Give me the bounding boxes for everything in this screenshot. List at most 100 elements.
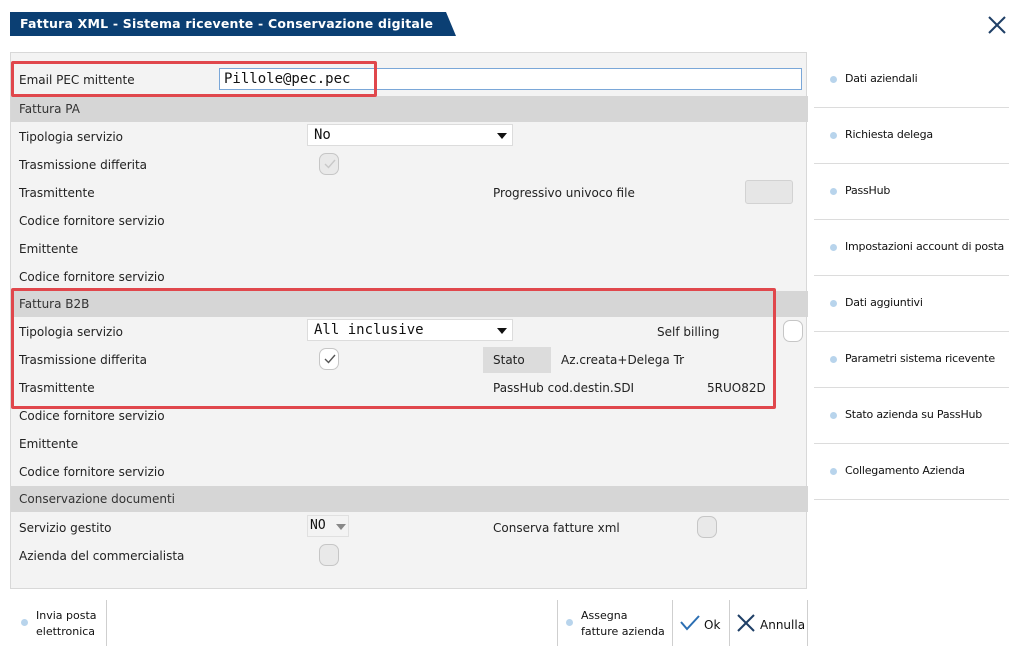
assegna-label-2: fatture azienda bbox=[581, 625, 665, 638]
menu-item-label: Richiesta delega bbox=[845, 128, 933, 141]
menu-item-label: PassHub bbox=[845, 184, 891, 197]
cons-servizio-value: NO bbox=[310, 518, 326, 533]
pa-codice-fornitore-label-2: Codice fornitore servizio bbox=[19, 270, 165, 284]
menu-item-label: Dati aggiuntivi bbox=[845, 296, 923, 309]
pa-progressivo-label: Progressivo univoco file bbox=[493, 186, 635, 200]
b2b-self-billing-checkbox[interactable] bbox=[783, 320, 803, 342]
bullet-icon bbox=[566, 619, 573, 626]
divider bbox=[106, 600, 107, 646]
b2b-trasmittente-label: Trasmittente bbox=[19, 381, 95, 395]
menu-item-label: Parametri sistema ricevente bbox=[845, 352, 995, 365]
title-tab: Fattura XML - Sistema ricevente - Conser… bbox=[10, 12, 456, 36]
b2b-codice-fornitore-row-1: Codice fornitore servizio bbox=[11, 402, 808, 430]
checkmark-icon bbox=[324, 159, 336, 169]
pa-emittente-label: Emittente bbox=[19, 242, 79, 256]
section-fattura-b2b-label: Fattura B2B bbox=[19, 297, 90, 311]
bullet-icon bbox=[830, 468, 837, 475]
invia-posta-label-2: elettronica bbox=[36, 625, 96, 638]
b2b-tipologia-label: Tipologia servizio bbox=[19, 325, 124, 339]
ok-button[interactable]: Ok bbox=[673, 603, 729, 643]
pa-emittente-row: Emittente bbox=[11, 235, 808, 263]
invia-posta-label-1: Invia posta bbox=[36, 609, 97, 622]
bullet-icon bbox=[830, 300, 837, 307]
email-pec-label: Email PEC mittente bbox=[19, 73, 135, 87]
cons-servizio-row: Servizio gestito Conserva fatture xml bbox=[11, 514, 808, 542]
assegna-fatture-button[interactable]: Assegna fatture azienda bbox=[558, 603, 672, 643]
close-button[interactable] bbox=[986, 14, 1008, 36]
title-bar: Fattura XML - Sistema ricevente - Conser… bbox=[0, 0, 1009, 36]
b2b-emittente-row: Emittente bbox=[11, 430, 808, 458]
menu-item-label: Stato azienda su PassHub bbox=[845, 408, 983, 421]
pa-trasmissione-checkbox[interactable] bbox=[319, 153, 339, 175]
bullet-icon bbox=[830, 244, 837, 251]
b2b-stato-value: Az.creata+Delega Tr bbox=[561, 353, 685, 367]
bullet-icon bbox=[830, 412, 837, 419]
section-fattura-b2b: Fattura B2B bbox=[11, 291, 808, 317]
cons-azienda-label: Azienda del commercialista bbox=[19, 549, 185, 563]
b2b-self-billing-label: Self billing bbox=[657, 325, 720, 339]
b2b-tipologia-select[interactable]: All inclusive bbox=[307, 319, 513, 341]
pa-trasmittente-label: Trasmittente bbox=[19, 186, 95, 200]
cons-azienda-row: Azienda del commercialista bbox=[11, 542, 808, 570]
invia-posta-button[interactable]: Invia posta elettronica bbox=[12, 603, 106, 643]
section-conservazione: Conservazione documenti bbox=[11, 486, 808, 512]
b2b-codice-fornitore-row-2: Codice fornitore servizio bbox=[11, 458, 808, 486]
checkmark-icon bbox=[680, 615, 700, 631]
menu-item-dati-aggiuntivi[interactable]: Dati aggiuntivi bbox=[814, 276, 1009, 332]
cons-azienda-checkbox[interactable] bbox=[319, 544, 339, 566]
b2b-trasmittente-row: Trasmittente PassHub cod.destin.SDI 5RUO… bbox=[11, 374, 808, 402]
bullet-icon bbox=[830, 76, 837, 83]
annulla-button[interactable]: Annulla bbox=[730, 603, 807, 643]
bullet-icon bbox=[830, 188, 837, 195]
cons-conserva-checkbox[interactable] bbox=[697, 516, 717, 538]
cons-servizio-select[interactable]: NO bbox=[307, 515, 349, 537]
pa-tipologia-select[interactable]: No bbox=[307, 124, 513, 146]
assegna-label-1: Assegna bbox=[581, 609, 628, 622]
pa-codice-fornitore-row-2: Codice fornitore servizio bbox=[11, 263, 808, 291]
b2b-trasmissione-checkbox[interactable] bbox=[319, 348, 339, 370]
form-panel: Email PEC mittente Pillole@pec.pec Fattu… bbox=[10, 52, 808, 589]
menu-item-impostazioni-posta[interactable]: Impostazioni account di posta bbox=[814, 220, 1009, 276]
menu-item-label: Impostazioni account di posta bbox=[845, 240, 1005, 253]
cons-servizio-label: Servizio gestito bbox=[19, 521, 112, 535]
chevron-down-icon bbox=[497, 133, 507, 139]
close-icon bbox=[988, 16, 1006, 34]
cons-conserva-label: Conserva fatture xml bbox=[493, 521, 620, 535]
b2b-trasmissione-label: Trasmissione differita bbox=[19, 353, 148, 367]
menu-item-parametri-sistema[interactable]: Parametri sistema ricevente bbox=[814, 332, 1009, 388]
bullet-icon bbox=[830, 356, 837, 363]
checkmark-icon bbox=[324, 354, 336, 364]
menu-item-passhub[interactable]: PassHub bbox=[814, 164, 1009, 220]
pa-progressivo-field[interactable] bbox=[745, 180, 793, 204]
email-pec-input[interactable]: Pillole@pec.pec bbox=[219, 68, 802, 90]
section-fattura-pa: Fattura PA bbox=[11, 96, 808, 122]
b2b-tipologia-value: All inclusive bbox=[314, 322, 424, 338]
annulla-label: Annulla bbox=[760, 618, 806, 632]
b2b-trasmissione-row: Trasmissione differita bbox=[11, 346, 808, 374]
menu-item-stato-azienda[interactable]: Stato azienda su PassHub bbox=[814, 388, 1009, 444]
b2b-codice-fornitore-label-1: Codice fornitore servizio bbox=[19, 409, 165, 423]
menu-item-richiesta-delega[interactable]: Richiesta delega bbox=[814, 108, 1009, 164]
b2b-stato-label: Stato bbox=[493, 353, 525, 367]
pa-codice-fornitore-row-1: Codice fornitore servizio bbox=[11, 207, 808, 235]
chevron-down-icon bbox=[336, 524, 346, 530]
section-conservazione-label: Conservazione documenti bbox=[19, 492, 176, 506]
bullet-icon bbox=[830, 132, 837, 139]
pa-trasmissione-row: Trasmissione differita bbox=[11, 151, 808, 179]
b2b-emittente-label: Emittente bbox=[19, 437, 79, 451]
menu-item-dati-aziendali[interactable]: Dati aziendali bbox=[814, 52, 1009, 108]
window-title: Fattura XML - Sistema ricevente - Conser… bbox=[20, 16, 434, 31]
close-icon bbox=[737, 614, 755, 632]
chevron-down-icon bbox=[497, 328, 507, 334]
menu-item-collegamento-azienda[interactable]: Collegamento Azienda bbox=[814, 444, 1009, 500]
b2b-passhub-label: PassHub cod.destin.SDI bbox=[493, 381, 635, 395]
pa-trasmittente-row: Trasmittente Progressivo univoco file bbox=[11, 179, 808, 207]
divider bbox=[807, 600, 808, 646]
section-fattura-pa-label: Fattura PA bbox=[19, 102, 80, 116]
pa-tipologia-value: No bbox=[314, 127, 331, 143]
pa-codice-fornitore-label-1: Codice fornitore servizio bbox=[19, 214, 165, 228]
b2b-stato-label-bg: Stato bbox=[483, 347, 551, 373]
bullet-icon bbox=[21, 619, 28, 626]
pa-trasmissione-label: Trasmissione differita bbox=[19, 158, 148, 172]
b2b-codice-fornitore-label-2: Codice fornitore servizio bbox=[19, 465, 165, 479]
